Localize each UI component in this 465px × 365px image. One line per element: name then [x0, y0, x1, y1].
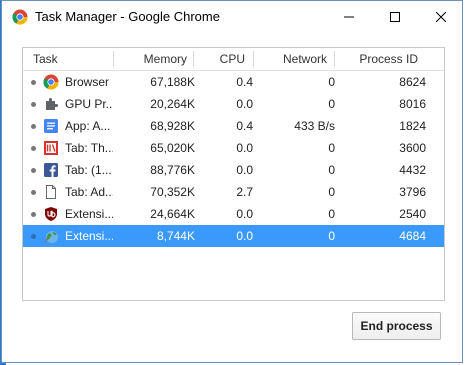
task-name: Extensi... — [65, 229, 113, 243]
column-divider[interactable] — [334, 51, 335, 67]
row-bullet — [31, 102, 36, 107]
cpu-value: 0.4 — [236, 119, 253, 133]
network-value: 0 — [328, 97, 335, 111]
process-id-value: 1824 — [399, 119, 426, 133]
cpu-value: 2.7 — [236, 185, 253, 199]
process-id-value: 4432 — [399, 163, 426, 177]
column-divider[interactable] — [113, 51, 114, 67]
network-value: 0 — [328, 185, 335, 199]
maximize-icon — [390, 12, 400, 22]
row-bullet — [31, 124, 36, 129]
process-id-value: 8016 — [399, 97, 426, 111]
docs-icon — [44, 119, 58, 133]
facebook-icon — [44, 163, 58, 177]
column-divider[interactable] — [193, 51, 194, 67]
row-bullet — [31, 168, 36, 173]
column-header-process-id[interactable]: Process ID — [336, 52, 418, 66]
process-id-value: 3796 — [399, 185, 426, 199]
memory-value: 20,264K — [150, 97, 195, 111]
memory-value: 88,776K — [150, 163, 195, 177]
chrome-icon — [12, 9, 28, 25]
task-manager-window: Task Manager - Google Chrome Task Memory… — [1, 0, 463, 363]
task-name: Tab: Ad... — [65, 185, 113, 199]
network-value: 0 — [328, 163, 335, 177]
cpu-value: 0.4 — [236, 75, 253, 89]
process-table[interactable]: Task Memory CPU Network Process ID Brows… — [22, 47, 445, 301]
minimize-button[interactable] — [326, 1, 372, 33]
window-title: Task Manager - Google Chrome — [35, 9, 220, 24]
network-value: 433 B/s — [294, 119, 335, 133]
title-bar[interactable]: Task Manager - Google Chrome — [2, 1, 462, 33]
table-row[interactable]: Tab: Ad... 70,352K 2.7 0 3796 — [23, 181, 444, 203]
blank-page-icon — [46, 185, 56, 199]
process-id-value: 3600 — [399, 141, 426, 155]
cpu-value: 0.0 — [236, 207, 253, 221]
cpu-value: 0.0 — [236, 229, 253, 243]
table-row[interactable]: GPU Pr... 20,264K 0.0 0 8016 — [23, 93, 444, 115]
process-id-value: 4684 — [399, 229, 426, 243]
network-value: 0 — [328, 229, 335, 243]
task-name: Tab: Th... — [65, 141, 113, 155]
network-value: 0 — [328, 207, 335, 221]
column-header-task[interactable]: Task — [33, 52, 58, 66]
memory-value: 68,928K — [150, 119, 195, 133]
process-id-value: 2540 — [399, 207, 426, 221]
memory-value: 8,744K — [156, 229, 195, 243]
column-header-memory[interactable]: Memory — [115, 52, 187, 66]
page-red-icon — [44, 141, 58, 155]
column-divider[interactable] — [253, 51, 254, 67]
row-bullet — [31, 234, 36, 239]
memory-value: 24,664K — [150, 207, 195, 221]
close-icon — [436, 12, 446, 22]
task-name: Browser — [65, 75, 110, 89]
column-header-cpu[interactable]: CPU — [195, 52, 245, 66]
maximize-button[interactable] — [372, 1, 418, 33]
task-name: Extensi... — [65, 207, 113, 221]
puzzle-icon — [46, 98, 58, 110]
column-header-network[interactable]: Network — [255, 52, 327, 66]
table-row-selected[interactable]: Extensi... 8,744K 0.0 0 4684 — [23, 225, 444, 247]
network-value: 0 — [328, 75, 335, 89]
row-bullet — [31, 212, 36, 217]
end-process-button[interactable]: End process — [352, 312, 441, 340]
row-bullet — [31, 80, 36, 85]
chrome-icon — [43, 74, 59, 90]
minimize-icon — [344, 16, 354, 18]
cpu-value: 0.0 — [236, 163, 253, 177]
cpu-value: 0.0 — [236, 97, 253, 111]
table-row[interactable]: Tab: (1... 88,776K 0.0 0 4432 — [23, 159, 444, 181]
table-row[interactable]: Extensi... 24,664K 0.0 0 2540 — [23, 203, 444, 225]
row-bullet — [31, 146, 36, 151]
memory-value: 65,020K — [150, 141, 195, 155]
ublock-icon — [45, 207, 57, 221]
table-row[interactable]: Browser 67,188K 0.4 0 8624 — [23, 71, 444, 93]
memory-value: 70,352K — [150, 185, 195, 199]
close-button[interactable] — [418, 1, 464, 33]
memory-value: 67,188K — [150, 75, 195, 89]
network-value: 0 — [328, 141, 335, 155]
row-bullet — [31, 190, 36, 195]
task-name: GPU Pr... — [65, 97, 113, 111]
process-id-value: 8624 — [399, 75, 426, 89]
table-row[interactable]: Tab: Th... 65,020K 0.0 0 3600 — [23, 137, 444, 159]
cpu-value: 0.0 — [236, 141, 253, 155]
task-name: Tab: (1... — [65, 163, 112, 177]
table-row[interactable]: App: A... 68,928K 0.4 433 B/s 1824 — [23, 115, 444, 137]
table-header: Task Memory CPU Network Process ID — [23, 48, 444, 71]
task-name: App: A... — [65, 119, 111, 133]
extension-globe-icon — [44, 231, 58, 243]
